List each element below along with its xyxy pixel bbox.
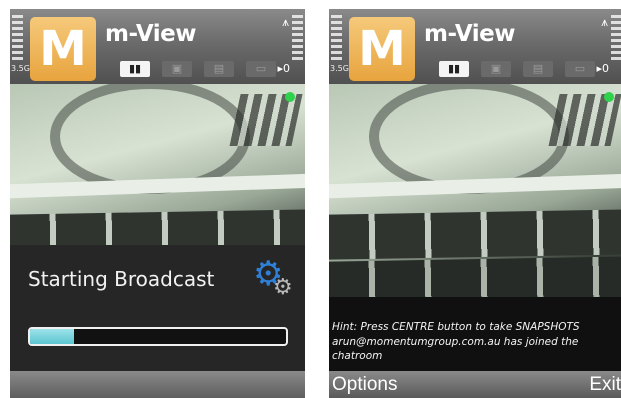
settings-mode-icon: ▭ bbox=[255, 62, 267, 75]
settings-mode-icon: ▭ bbox=[574, 62, 586, 75]
antenna-icon: ⩚ bbox=[601, 15, 608, 29]
mode-toolbar: ▮▮ ▣ ▤ ▭ bbox=[120, 61, 290, 79]
camera-scene-keys bbox=[329, 209, 621, 260]
right-indicator: ▸0 bbox=[277, 62, 290, 75]
chat-notice-text: arun@momentumgroup.com.au has joined the bbox=[332, 336, 579, 348]
camera-scene-keypad bbox=[229, 94, 303, 146]
antenna-icon: ⩚ bbox=[282, 15, 289, 29]
softkey-bar-empty bbox=[10, 371, 305, 398]
softkey-bar: Options Exit bbox=[329, 371, 621, 398]
options-softkey[interactable]: Options bbox=[332, 374, 397, 396]
phone-screen-right: 3.5G ⩚ M m-View ▮▮ ▣ ▤ ▭ ▸0 Hint: Press … bbox=[329, 9, 621, 398]
chat-mode-icon: ▤ bbox=[532, 62, 544, 75]
settings-mode-button[interactable]: ▭ bbox=[246, 61, 276, 77]
chat-mode-button[interactable]: ▤ bbox=[523, 61, 553, 77]
gear-icon-small: ⚙ bbox=[273, 275, 293, 300]
app-title: m-View bbox=[424, 21, 515, 47]
broadcast-panel: Starting Broadcast ⚙ ⚙ bbox=[10, 245, 305, 371]
video-mode-icon: ▮▮ bbox=[128, 62, 142, 75]
status-led bbox=[604, 92, 614, 102]
chat-mode-button[interactable]: ▤ bbox=[204, 61, 234, 77]
chat-notice-text-cont: chatroom bbox=[332, 350, 383, 362]
video-mode-icon: ▮▮ bbox=[447, 62, 461, 75]
header-bar: 3.5G ⩚ M m-View ▮▮ ▣ ▤ ▭ ▸0 bbox=[329, 9, 621, 84]
phone-screen-left: 3.5G ⩚ M m-View ▮▮ ▣ ▤ ▭ ▸0 Starting Bro… bbox=[10, 9, 305, 398]
progress-fill bbox=[30, 329, 74, 344]
snapshot-mode-button[interactable]: ▣ bbox=[481, 61, 511, 77]
hint-text: Hint: Press CENTRE button to take SNAPSH… bbox=[332, 321, 580, 333]
battery-bars-icon bbox=[292, 15, 303, 63]
settings-mode-button[interactable]: ▭ bbox=[565, 61, 595, 77]
right-indicator: ▸0 bbox=[596, 62, 609, 75]
app-logo: M bbox=[349, 17, 415, 81]
header-bar: 3.5G ⩚ M m-View ▮▮ ▣ ▤ ▭ ▸0 bbox=[10, 9, 305, 84]
network-type-label: 3.5G bbox=[330, 64, 349, 73]
snapshot-mode-icon: ▣ bbox=[490, 62, 502, 75]
signal-bars-icon bbox=[331, 15, 342, 63]
snapshot-mode-icon: ▣ bbox=[171, 62, 183, 75]
battery-bars-icon bbox=[611, 15, 621, 63]
video-mode-button[interactable]: ▮▮ bbox=[439, 61, 469, 77]
hint-panel: Hint: Press CENTRE button to take SNAPSH… bbox=[329, 297, 621, 371]
logo-letter: M bbox=[39, 21, 87, 77]
mode-toolbar: ▮▮ ▣ ▤ ▭ bbox=[439, 61, 609, 79]
video-mode-button[interactable]: ▮▮ bbox=[120, 61, 150, 77]
logo-letter: M bbox=[358, 21, 406, 77]
snapshot-mode-button[interactable]: ▣ bbox=[162, 61, 192, 77]
network-type-label: 3.5G bbox=[11, 64, 30, 73]
broadcast-status-text: Starting Broadcast bbox=[28, 267, 215, 291]
gear-icon: ⚙ ⚙ bbox=[253, 257, 293, 301]
right-indicator-value: 0 bbox=[602, 62, 609, 75]
status-led bbox=[285, 92, 295, 102]
chat-mode-icon: ▤ bbox=[213, 62, 225, 75]
exit-softkey[interactable]: Exit bbox=[589, 374, 621, 396]
app-title: m-View bbox=[105, 21, 196, 47]
signal-bars-icon bbox=[12, 15, 23, 63]
broadcast-progress-bar bbox=[28, 327, 288, 346]
app-logo: M bbox=[30, 17, 96, 81]
right-indicator-value: 0 bbox=[283, 62, 290, 75]
